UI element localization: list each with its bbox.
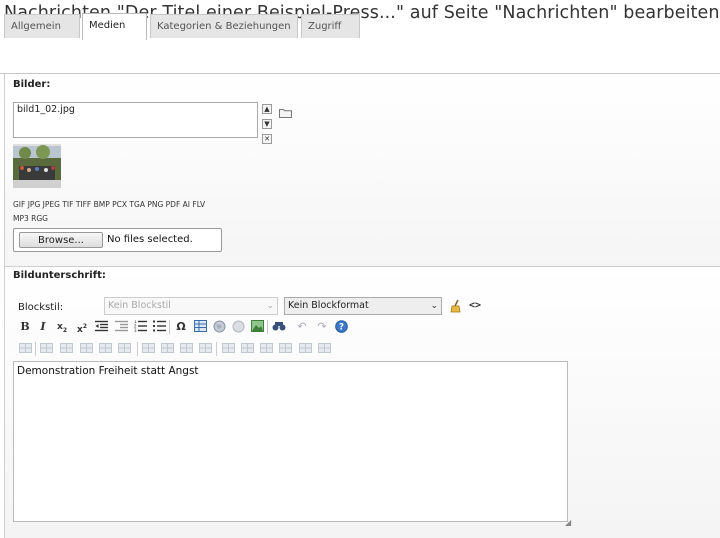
bullet-list-icon[interactable] bbox=[152, 320, 166, 334]
omega-icon[interactable]: Ω bbox=[174, 320, 188, 334]
globe-link-icon[interactable] bbox=[212, 320, 226, 334]
tab-kategorien-beziehungen[interactable]: Kategorien & Beziehungen bbox=[150, 14, 298, 38]
col-before-icon[interactable] bbox=[240, 342, 254, 356]
row-before-icon[interactable] bbox=[39, 342, 53, 356]
insert-row-icon[interactable] bbox=[221, 342, 235, 356]
col-props-icon[interactable] bbox=[179, 342, 193, 356]
table-end-icon[interactable] bbox=[317, 342, 331, 356]
svg-text:3: 3 bbox=[134, 328, 137, 332]
redo-icon[interactable]: ↷ bbox=[315, 320, 329, 334]
image-file-list[interactable]: bild1_02.jpg bbox=[13, 102, 258, 138]
toolbar-separator bbox=[216, 342, 217, 356]
blockformat-value: Kein Blockformat bbox=[288, 300, 369, 311]
split-cells-icon[interactable] bbox=[117, 342, 131, 356]
undo-icon[interactable]: ↶ bbox=[295, 320, 309, 334]
bold-icon[interactable]: B bbox=[18, 320, 32, 334]
unlink-icon[interactable] bbox=[231, 320, 245, 334]
image-file-item[interactable]: bild1_02.jpg bbox=[17, 104, 254, 115]
chevron-down-icon: ⌄ bbox=[430, 301, 438, 311]
broom-icon[interactable] bbox=[449, 299, 463, 313]
row-after-icon[interactable] bbox=[59, 342, 73, 356]
align-icon[interactable] bbox=[94, 320, 108, 334]
blockstyle-value: Kein Blockstil bbox=[108, 300, 171, 311]
chevron-down-icon: ⌄ bbox=[266, 301, 274, 311]
image-thumbnail[interactable] bbox=[13, 144, 61, 188]
table-icon[interactable] bbox=[193, 320, 207, 334]
numbered-list-icon[interactable]: 123 bbox=[133, 319, 147, 334]
subscript-icon[interactable]: x2 bbox=[55, 320, 69, 334]
tab-medien[interactable]: Medien bbox=[82, 13, 147, 40]
tab-allgemein[interactable]: Allgemein bbox=[4, 14, 80, 38]
help-icon[interactable]: ? bbox=[334, 320, 348, 334]
find-icon[interactable] bbox=[272, 320, 286, 334]
allowed-file-types: GIF JPG JPEG TIF TIFF BMP PCX TGA PNG PD… bbox=[13, 200, 206, 209]
tab-zugriff[interactable]: Zugriff bbox=[301, 14, 360, 38]
toolbar-separator bbox=[169, 320, 170, 334]
indent-icon[interactable] bbox=[114, 320, 128, 334]
move-up-button[interactable]: ▲ bbox=[262, 104, 272, 114]
move-down-button[interactable]: ▼ bbox=[262, 119, 272, 129]
cell-props-icon[interactable] bbox=[198, 342, 212, 356]
allowed-file-types-cont: MP3 RGG bbox=[13, 214, 48, 223]
superscript-icon[interactable]: x2 bbox=[75, 320, 89, 335]
delete-col2-icon[interactable] bbox=[278, 342, 292, 356]
row-props-icon[interactable] bbox=[98, 342, 112, 356]
browse-button[interactable]: Browse... bbox=[19, 232, 103, 248]
image-icon[interactable] bbox=[250, 320, 264, 334]
blockstyle-select[interactable]: Kein Blockstil ⌄ bbox=[104, 297, 278, 315]
table-props-icon[interactable] bbox=[18, 342, 32, 356]
delete-row-icon[interactable] bbox=[79, 342, 93, 356]
col-after-icon[interactable] bbox=[259, 342, 273, 356]
blockstyle-label: Blockstil: bbox=[18, 302, 64, 313]
images-label: Bilder: bbox=[13, 79, 51, 90]
caption-label: Bildunterschrift: bbox=[13, 270, 106, 281]
svg-text:?: ? bbox=[339, 323, 344, 333]
blockformat-select[interactable]: Kein Blockformat ⌄ bbox=[284, 297, 442, 315]
toolbar-separator bbox=[137, 342, 138, 356]
remove-file-button[interactable]: ✕ bbox=[262, 134, 272, 144]
resize-handle-icon[interactable]: ◢ bbox=[565, 518, 571, 527]
toolbar-separator bbox=[267, 320, 268, 334]
table-layout-icon[interactable] bbox=[298, 342, 312, 356]
folder-icon[interactable] bbox=[279, 103, 292, 122]
no-file-selected-text: No files selected. bbox=[107, 234, 193, 245]
caption-editor[interactable]: Demonstration Freiheit statt Angst bbox=[13, 361, 568, 522]
italic-icon[interactable]: I bbox=[36, 320, 50, 334]
delete-col-icon[interactable] bbox=[160, 342, 174, 356]
file-upload-field[interactable]: Browse... No files selected. bbox=[13, 228, 222, 252]
toolbar-separator bbox=[35, 342, 36, 356]
merge-cells-icon[interactable] bbox=[141, 342, 155, 356]
source-code-icon[interactable]: <> bbox=[468, 299, 482, 313]
